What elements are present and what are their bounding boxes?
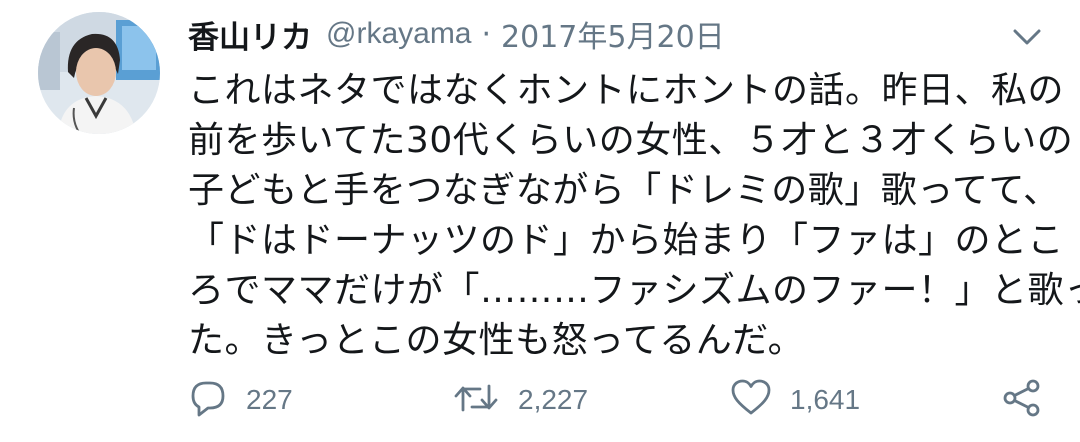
tweet-text-line: 子どもと手をつなぎながら「ドレミの歌」歌ってて、 (188, 170, 1060, 211)
share-button[interactable] (1000, 372, 1044, 428)
display-name[interactable]: 香山リカ (188, 12, 312, 57)
tweet-header: 香山リカ @rkayama · 2017年5月20日 (188, 8, 725, 60)
tweet-text-line: 前を歩いてた30代くらいの女性、５才と３才くらいの (188, 120, 1074, 161)
tweet-text-line: 「ドはドーナッツのド」から始まり「ファは」のとこ (188, 220, 1065, 261)
user-handle[interactable]: @rkayama (326, 17, 472, 51)
chevron-down-icon[interactable] (1010, 24, 1044, 50)
share-icon (1000, 378, 1044, 422)
like-count: 1,641 (790, 384, 861, 415)
tweet-text-line: これはネタではなくホントにホントの話。昨日、私の (188, 70, 1065, 111)
tweet-text: これはネタではなくホントにホントの話。昨日、私の 前を歩いてた30代くらいの女性… (188, 66, 1080, 366)
like-button[interactable]: 1,641 (730, 372, 860, 428)
tweet-text-line: た。きっとこの女性も怒ってるんだ。 (188, 320, 805, 361)
tweet-date[interactable]: 2017年5月20日 (501, 12, 725, 56)
heart-icon (730, 378, 772, 422)
tweet-text-line: ろでママだけが「………ファシズムのファー！」と歌っ (188, 270, 1080, 311)
avatar-image (38, 12, 160, 134)
retweet-count: 2,227 (518, 384, 589, 415)
reply-count: 227 (246, 384, 293, 415)
retweet-button[interactable]: 2,227 (452, 372, 588, 428)
tweet-actions: 227 2,227 1,641 (188, 372, 1048, 428)
reply-icon (188, 378, 228, 422)
retweet-icon (452, 378, 500, 422)
avatar[interactable] (38, 12, 160, 134)
reply-button[interactable]: 227 (188, 372, 293, 428)
separator: · (481, 16, 492, 52)
